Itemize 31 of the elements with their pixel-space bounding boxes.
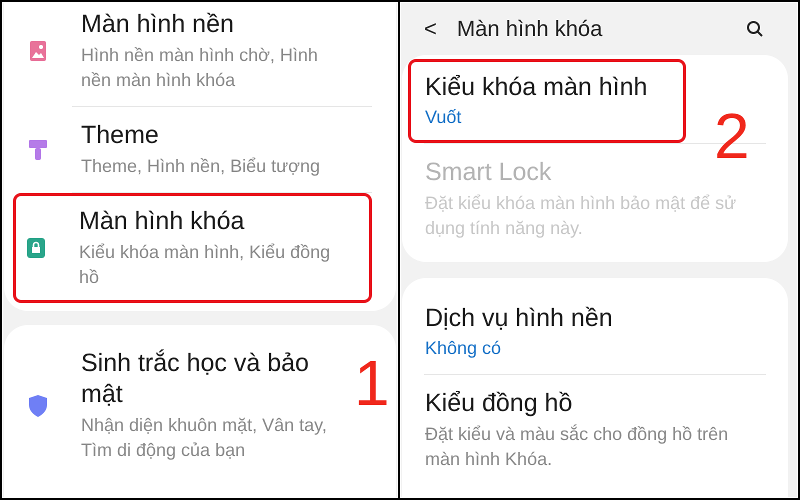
item-description: Kiểu khóa màn hình, Kiểu đồng hồ <box>79 241 332 289</box>
item-title: Kiểu khóa màn hình <box>425 72 648 103</box>
item-title: Smart Lock <box>425 157 552 188</box>
item-value: Không có <box>425 337 502 360</box>
item-title: Màn hình khóa <box>79 206 246 237</box>
item-title: Màn hình nền <box>81 9 235 40</box>
settings-item[interactable]: Sinh trắc học và bảo mật Nhận diện khuôn mặt, Vân tay, Tìm di động của bạn <box>4 335 346 476</box>
page-title: Màn hình khóa <box>456 15 604 43</box>
settings-item[interactable]: Kiểu khóa màn hình Vuốt <box>408 59 686 143</box>
item-description: Nhận diện khuôn mặt, Vân tay, Tìm di động của bạn <box>81 414 328 462</box>
search-icon[interactable] <box>746 20 764 38</box>
item-title: Kiểu đồng hồ <box>425 388 574 419</box>
step-number: 2 <box>714 104 750 168</box>
settings-item[interactable]: Màn hình khóa Kiểu khóa màn hình, Kiểu đồng hồ <box>13 193 372 303</box>
item-value: Vuốt <box>425 106 462 129</box>
paint-roller-icon <box>29 140 47 160</box>
settings-item[interactable]: Màn hình nền Hình nền màn hình chờ, Hình nền màn hình khóa <box>4 2 346 106</box>
settings-item[interactable]: Theme Theme, Hình nền, Biểu tượng <box>4 107 346 192</box>
image-icon <box>30 41 46 61</box>
item-description: Đặt kiểu và màu sắc cho đồng hồ trên màn hình Khóa. <box>425 423 730 471</box>
item-description: Hình nền màn hình chờ, Hình nền màn hình khóa <box>81 44 319 92</box>
item-title: Dịch vụ hình nền <box>425 303 613 334</box>
item-description: Theme, Hình nền, Biểu tượng <box>81 155 321 178</box>
settings-item[interactable]: Kiểu đồng hồ Đặt kiểu và màu sắc cho đồng hồ trên màn hình Khóa. <box>402 375 753 485</box>
item-title: Theme <box>81 120 160 151</box>
step-number: 1 <box>354 351 390 415</box>
lock-icon <box>27 238 45 258</box>
settings-item[interactable]: Dịch vụ hình nền Không có <box>402 290 626 374</box>
back-button[interactable]: < <box>424 12 437 45</box>
shield-icon <box>29 394 47 416</box>
item-title: Sinh trắc học và bảo mật <box>81 348 310 410</box>
